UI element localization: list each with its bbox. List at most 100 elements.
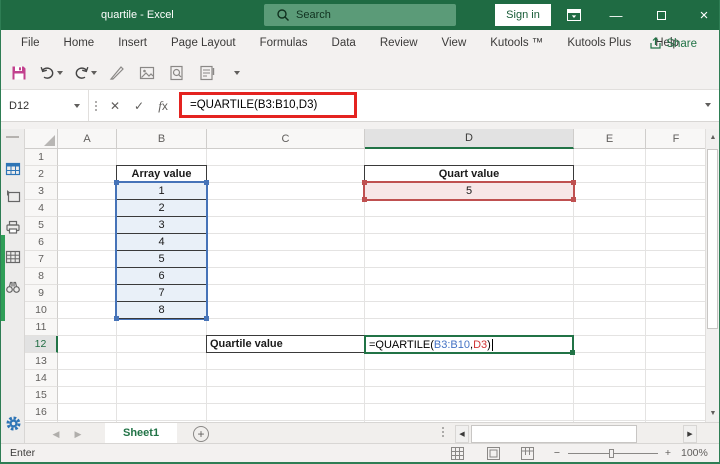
zoom-out-button[interactable]: − bbox=[550, 444, 564, 463]
cell-b4[interactable]: 2 bbox=[117, 200, 206, 217]
search-box[interactable]: Search bbox=[264, 4, 456, 26]
maximize-button[interactable] bbox=[646, 0, 676, 30]
new-sheet-button[interactable]: + bbox=[193, 426, 209, 442]
customize-qat-button[interactable] bbox=[227, 62, 247, 84]
picture-button[interactable] bbox=[137, 62, 157, 84]
redo-button[interactable] bbox=[73, 65, 97, 81]
share-button[interactable]: Share bbox=[641, 33, 705, 54]
row-header-2[interactable]: 2 bbox=[25, 166, 58, 183]
expand-formula-bar-icon[interactable] bbox=[705, 103, 711, 107]
scroll-left-button[interactable]: ◀ bbox=[455, 425, 469, 443]
sheet-tab-sheet1[interactable]: Sheet1 bbox=[105, 423, 177, 445]
row-header-10[interactable]: 10 bbox=[25, 302, 58, 319]
sign-in-button[interactable]: Sign in bbox=[495, 4, 551, 26]
cell-b3[interactable]: 1 bbox=[117, 183, 206, 200]
save-button[interactable] bbox=[9, 62, 29, 84]
ribbon-tab-page-layout[interactable]: Page Layout bbox=[159, 30, 248, 57]
cell-b6[interactable]: 4 bbox=[117, 234, 206, 251]
prev-sheet-button[interactable]: ◀ bbox=[47, 423, 65, 445]
column-header-F[interactable]: F bbox=[646, 129, 707, 149]
row-header-15[interactable]: 15 bbox=[25, 387, 58, 404]
cell-d12-formula-edit[interactable]: =QUARTILE(B3:B10,D3) bbox=[364, 335, 574, 354]
horizontal-scroll-thumb[interactable] bbox=[471, 425, 637, 443]
ribbon-tab-insert[interactable]: Insert bbox=[106, 30, 159, 57]
vertical-scroll-thumb[interactable] bbox=[707, 149, 718, 329]
cell-c12-quartile-value-label[interactable]: Quartile value bbox=[206, 335, 365, 353]
kutools-pane-accent-strip[interactable] bbox=[1, 235, 5, 321]
cell-b7[interactable]: 5 bbox=[117, 251, 206, 268]
ribbon-tab-kutools[interactable]: Kutools ™ bbox=[478, 30, 555, 57]
zoom-slider[interactable] bbox=[568, 453, 658, 454]
ribbon-tab-file[interactable]: File bbox=[9, 30, 52, 57]
scroll-right-button[interactable]: ▶ bbox=[683, 425, 697, 443]
minimize-button[interactable]: — bbox=[601, 0, 631, 30]
ribbon-tab-kutools-plus[interactable]: Kutools Plus bbox=[555, 30, 643, 57]
cell-b5[interactable]: 3 bbox=[117, 217, 206, 234]
column-header-E[interactable]: E bbox=[574, 129, 646, 149]
row-header-8[interactable]: 8 bbox=[25, 268, 58, 285]
formula-input[interactable]: =QUARTILE(B3:B10,D3) bbox=[175, 90, 719, 121]
row-header-3[interactable]: 3 bbox=[25, 183, 58, 200]
cell-b8[interactable]: 6 bbox=[117, 268, 206, 285]
ribbon-tab-view[interactable]: View bbox=[430, 30, 479, 57]
row-header-11[interactable]: 11 bbox=[25, 319, 58, 336]
title-bar: quartile - Excel Search Sign in — × bbox=[1, 0, 719, 30]
panel-handle-icon[interactable] bbox=[6, 136, 19, 138]
fill-handle[interactable] bbox=[570, 350, 575, 355]
row-header-5[interactable]: 5 bbox=[25, 217, 58, 234]
zoom-slider-thumb[interactable] bbox=[609, 449, 614, 458]
ribbon-tab-review[interactable]: Review bbox=[368, 30, 430, 57]
select-all-button[interactable] bbox=[25, 129, 58, 149]
column-header-A[interactable]: A bbox=[58, 129, 117, 149]
column-header-B[interactable]: B bbox=[117, 129, 207, 149]
scroll-down-button[interactable]: ▼ bbox=[706, 405, 720, 422]
grid-body[interactable]: 12345678910111213141516Array value123456… bbox=[25, 149, 705, 422]
vertical-scrollbar[interactable]: ▲ ▼ bbox=[705, 129, 719, 422]
name-box[interactable]: D12 bbox=[1, 90, 89, 121]
ribbon-display-options-icon bbox=[567, 9, 581, 21]
cell-b10[interactable]: 8 bbox=[117, 302, 206, 319]
notes-button[interactable] bbox=[197, 62, 217, 84]
row-header-4[interactable]: 4 bbox=[25, 200, 58, 217]
workbook-pane-button[interactable] bbox=[5, 161, 21, 177]
ribbon-tab-home[interactable]: Home bbox=[52, 30, 107, 57]
cell-d3-quart-input[interactable]: 5 bbox=[363, 181, 575, 201]
page-layout-view-button[interactable] bbox=[485, 446, 501, 461]
ribbon-tab-formulas[interactable]: Formulas bbox=[248, 30, 320, 57]
tab-scroll-divider[interactable] bbox=[442, 427, 444, 437]
row-header-16[interactable]: 16 bbox=[25, 404, 58, 421]
gear-icon bbox=[5, 415, 22, 432]
cancel-entry-button[interactable]: ✕ bbox=[103, 90, 127, 121]
column-header-C[interactable]: C bbox=[207, 129, 365, 149]
close-button[interactable]: × bbox=[689, 0, 719, 30]
ribbon-tab-data[interactable]: Data bbox=[320, 30, 368, 57]
ribbon-sheet-spacer bbox=[1, 122, 719, 129]
find-pane-button[interactable] bbox=[5, 279, 21, 295]
print-pane-button[interactable] bbox=[5, 219, 21, 235]
row-header-6[interactable]: 6 bbox=[25, 234, 58, 251]
zoom-in-button[interactable]: + bbox=[661, 444, 675, 463]
column-header-D[interactable]: D bbox=[365, 129, 574, 149]
undo-button[interactable] bbox=[39, 65, 63, 81]
draw-tool-button[interactable] bbox=[107, 62, 127, 84]
ribbon-display-options-button[interactable] bbox=[559, 0, 589, 30]
row-header-7[interactable]: 7 bbox=[25, 251, 58, 268]
insert-function-button[interactable]: fx bbox=[151, 90, 175, 121]
row-header-14[interactable]: 14 bbox=[25, 370, 58, 387]
cell-b9[interactable]: 7 bbox=[117, 285, 206, 302]
range-b3-b10[interactable]: 12345678 bbox=[115, 181, 208, 320]
row-header-12[interactable]: 12 bbox=[25, 336, 58, 353]
row-header-13[interactable]: 13 bbox=[25, 353, 58, 370]
formula-bar-separator bbox=[89, 90, 103, 121]
enter-entry-button[interactable]: ✓ bbox=[127, 90, 151, 121]
row-header-1[interactable]: 1 bbox=[25, 149, 58, 166]
print-preview-button[interactable] bbox=[167, 62, 187, 84]
settings-button[interactable] bbox=[5, 415, 21, 431]
columns-pane-button[interactable] bbox=[5, 249, 21, 265]
scroll-up-button[interactable]: ▲ bbox=[706, 129, 720, 146]
row-header-9[interactable]: 9 bbox=[25, 285, 58, 302]
page-break-preview-button[interactable] bbox=[519, 446, 535, 461]
snap-pane-button[interactable] bbox=[5, 189, 21, 205]
normal-view-button[interactable] bbox=[449, 446, 465, 461]
next-sheet-button[interactable]: ▶ bbox=[69, 423, 87, 445]
